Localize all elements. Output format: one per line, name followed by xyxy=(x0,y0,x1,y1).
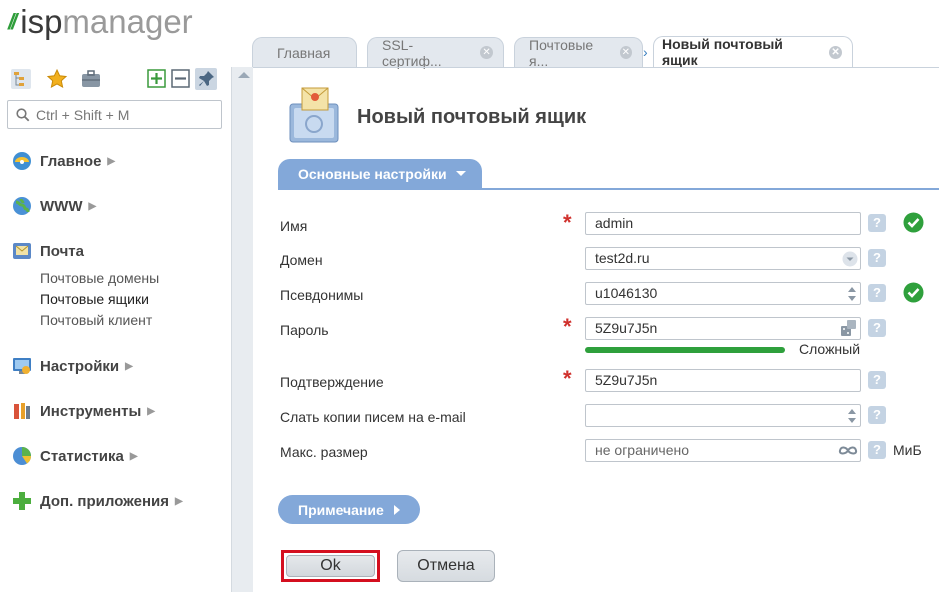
briefcase-icon[interactable] xyxy=(80,68,102,90)
search-input[interactable]: Ctrl + Shift + M xyxy=(7,100,222,129)
note-section-toggle[interactable]: Примечание xyxy=(278,495,420,524)
password-strength-label: Сложный xyxy=(799,341,861,357)
nav-apps[interactable]: Доп. приложения ▶ xyxy=(12,490,222,512)
copies-email-field[interactable] xyxy=(585,404,861,427)
nav-settings[interactable]: Настройки ▶ xyxy=(12,355,222,377)
password-field[interactable]: 5Z9u7J5n xyxy=(585,317,861,340)
panel-splitter[interactable] xyxy=(231,67,253,592)
logo-mark: // xyxy=(8,9,17,34)
tab-chevron-icon: › xyxy=(643,44,648,60)
chevron-right-icon: ▶ xyxy=(125,360,133,372)
maxsize-field[interactable]: не ограничено xyxy=(585,439,861,462)
infinity-icon[interactable] xyxy=(838,445,858,456)
tab-mailboxes[interactable]: Почтовые я... ✕ xyxy=(514,37,643,69)
generate-password-dice-icon[interactable] xyxy=(840,319,858,339)
tree-view-icon[interactable] xyxy=(10,68,32,90)
stepper-icon[interactable] xyxy=(847,408,857,424)
close-tab-icon[interactable]: ✕ xyxy=(619,46,632,59)
nav-main[interactable]: Главное ▶ xyxy=(12,150,222,172)
close-tab-icon[interactable]: ✕ xyxy=(480,46,493,59)
nav-mail-domains[interactable]: Почтовые домены xyxy=(40,268,222,289)
domain-label: Домен xyxy=(280,252,323,268)
collapse-all-icon[interactable] xyxy=(170,68,192,90)
monitor-settings-icon xyxy=(13,358,31,374)
logo-text: ispmanager xyxy=(20,3,193,40)
stepper-icon[interactable] xyxy=(847,286,857,302)
help-icon[interactable]: ? xyxy=(868,214,886,232)
domain-select[interactable]: test2d.ru xyxy=(585,247,861,270)
chevron-right-icon: ▶ xyxy=(147,405,155,417)
required-mark: * xyxy=(563,314,572,339)
left-panel: Ctrl + Shift + M Главное ▶ WWW ▶ Почта Поч… xyxy=(0,62,231,592)
cancel-button[interactable]: Отмена xyxy=(397,550,495,582)
nav-mailboxes[interactable]: Почтовые ящики xyxy=(40,289,222,310)
chevron-right-icon: ▶ xyxy=(129,450,138,462)
required-mark: * xyxy=(563,210,572,235)
nav-tools[interactable]: Инструменты ▶ xyxy=(12,400,222,422)
ok-button[interactable]: Ok xyxy=(281,550,380,582)
favorites-star-icon[interactable] xyxy=(46,68,68,90)
section-divider xyxy=(278,188,939,190)
app-logo: // ispmanager xyxy=(8,3,193,40)
main-nav: Главное ▶ WWW ▶ Почта Почтовые домены Почт… xyxy=(12,150,222,512)
maxsize-unit: МиБ xyxy=(893,442,922,458)
help-icon[interactable]: ? xyxy=(868,284,886,302)
chevron-right-icon: ▶ xyxy=(174,495,183,507)
valid-check-icon xyxy=(903,212,924,233)
tab-home[interactable]: Главная xyxy=(252,37,357,67)
search-icon xyxy=(16,107,30,121)
globe-icon xyxy=(13,197,31,215)
confirm-label: Подтверждение xyxy=(280,374,384,390)
copies-label: Слать копии писем на e-mail xyxy=(280,409,466,425)
main-content: Новый почтовый ящик Основные настройки И… xyxy=(253,67,939,592)
chevron-right-icon: ▶ xyxy=(88,200,97,212)
aliases-label: Псевдонимы xyxy=(280,287,364,303)
page-title: Новый почтовый ящик xyxy=(357,106,587,128)
required-mark: * xyxy=(563,366,572,391)
pin-icon[interactable] xyxy=(195,68,217,90)
tab-ssl[interactable]: SSL-сертиф... ✕ xyxy=(367,37,504,69)
left-toolbar xyxy=(10,68,230,90)
plus-apps-icon xyxy=(13,492,31,510)
nav-mail[interactable]: Почта xyxy=(12,240,222,262)
name-field[interactable]: admin xyxy=(585,212,861,235)
name-label: Имя xyxy=(280,218,308,234)
help-icon[interactable]: ? xyxy=(868,319,886,337)
mail-icon xyxy=(13,243,31,259)
nav-stats[interactable]: Статистика ▶ xyxy=(12,445,222,467)
collapse-arrow-icon[interactable] xyxy=(238,72,250,78)
chevron-right-icon: ▶ xyxy=(107,155,116,167)
help-icon[interactable]: ? xyxy=(868,441,886,459)
mail-submenu: Почтовые домены Почтовые ящики Почтовый … xyxy=(12,268,222,331)
password-label: Пароль xyxy=(280,322,329,338)
chevron-down-icon xyxy=(455,171,466,176)
valid-check-icon xyxy=(903,282,924,303)
aliases-field[interactable]: u1046130 xyxy=(585,282,861,305)
confirm-password-field[interactable]: 5Z9u7J5n xyxy=(585,369,861,392)
chevron-right-icon xyxy=(393,504,400,515)
tools-icon xyxy=(14,403,30,419)
maxsize-label: Макс. размер xyxy=(280,444,368,460)
help-icon[interactable]: ? xyxy=(868,406,886,424)
new-mailbox-icon xyxy=(289,87,339,143)
close-tab-icon[interactable]: ✕ xyxy=(829,45,842,59)
pie-chart-icon xyxy=(13,447,32,465)
search-placeholder: Ctrl + Shift + M xyxy=(36,106,130,123)
chevron-down-icon[interactable] xyxy=(842,251,858,267)
expand-all-icon[interactable] xyxy=(146,68,168,90)
section-main-settings[interactable]: Основные настройки xyxy=(278,159,482,189)
home-dashboard-icon xyxy=(13,152,31,170)
help-icon[interactable]: ? xyxy=(868,371,886,389)
tab-bar: Главная SSL-сертиф... ✕ Почтовые я... ✕ Но… xyxy=(252,36,863,69)
nav-www[interactable]: WWW ▶ xyxy=(12,195,222,217)
tab-new-mailbox[interactable]: Новый почтовый ящик ✕ xyxy=(653,36,853,68)
help-icon[interactable]: ? xyxy=(868,249,886,267)
nav-mail-client[interactable]: Почтовый клиент xyxy=(40,310,222,331)
password-strength-bar xyxy=(585,347,785,353)
